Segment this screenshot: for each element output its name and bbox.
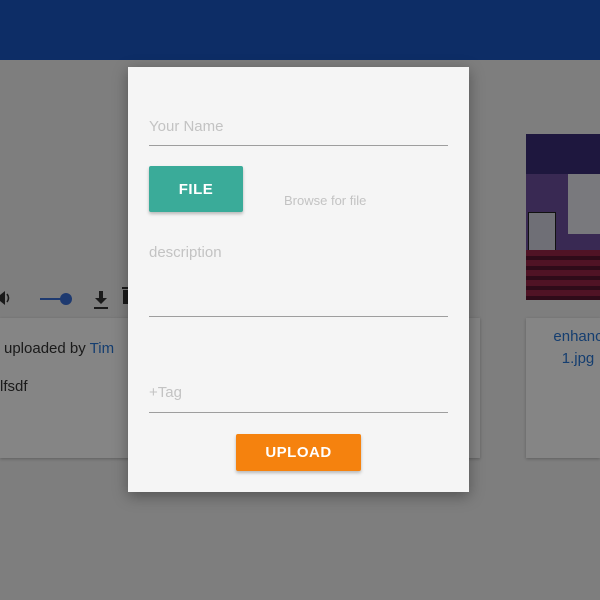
file-button[interactable]: FILE: [149, 166, 243, 212]
upload-button[interactable]: UPLOAD: [236, 434, 361, 471]
upload-dialog: FILE Browse for file UPLOAD: [128, 67, 469, 492]
browse-for-file-text[interactable]: Browse for file: [284, 193, 366, 208]
name-field: [149, 111, 448, 146]
description-field: [149, 240, 448, 317]
tag-field: [149, 375, 448, 413]
name-input[interactable]: [149, 113, 448, 139]
description-input[interactable]: [149, 243, 448, 303]
tag-input[interactable]: [149, 379, 448, 405]
